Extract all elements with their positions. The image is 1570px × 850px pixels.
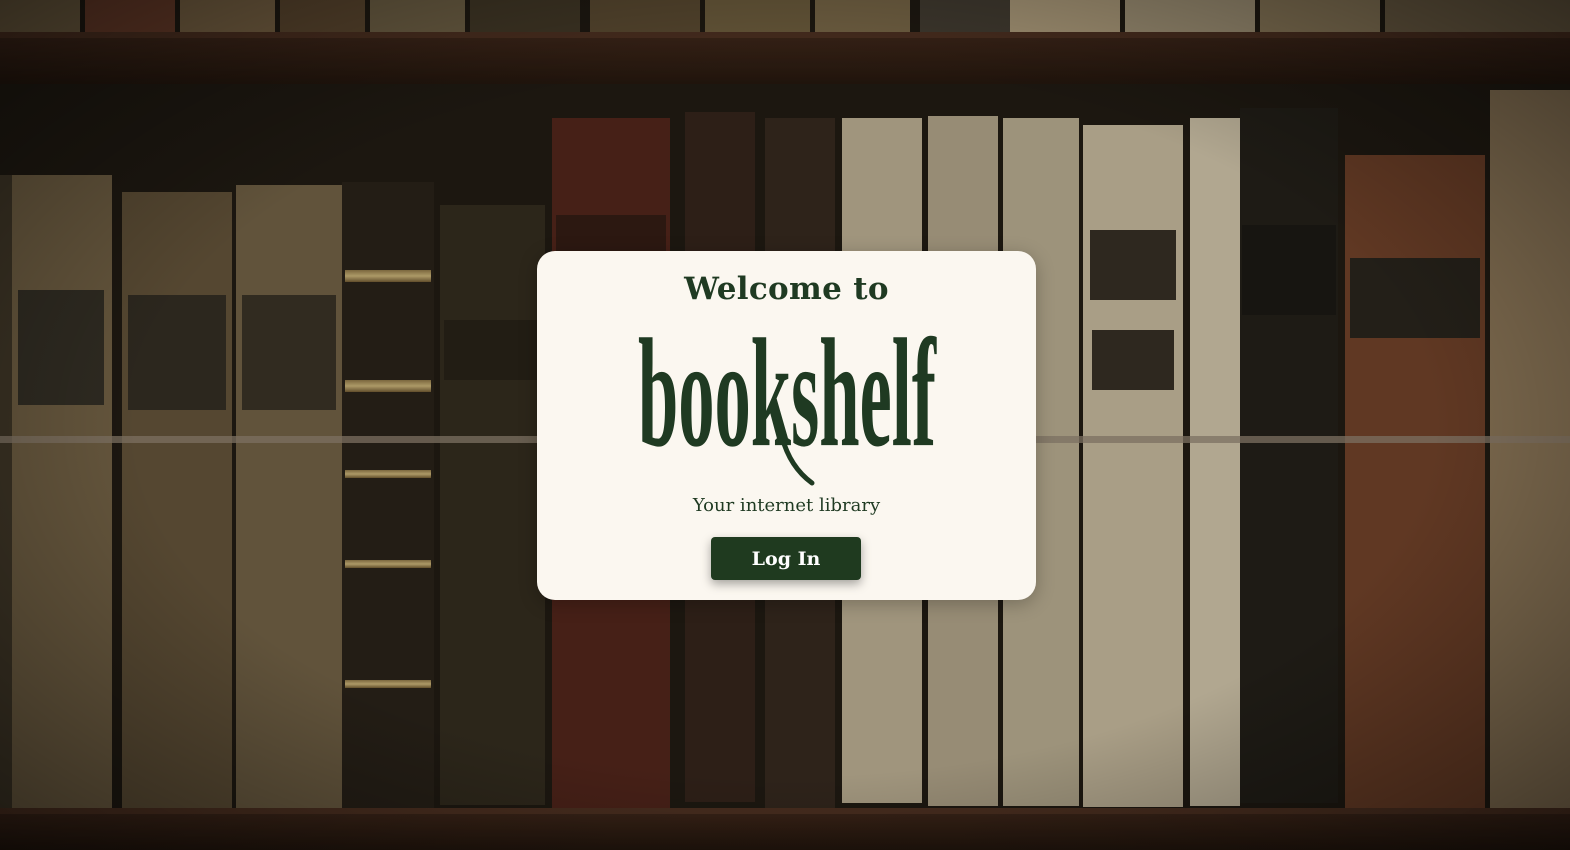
- welcome-card: Welcome to bookshelf Your internet libra…: [537, 251, 1036, 600]
- bookshelf-logo: bookshelf: [638, 317, 937, 486]
- tagline: Your internet library: [692, 495, 881, 516]
- welcome-heading: Welcome to: [684, 271, 889, 307]
- login-button[interactable]: Log In: [711, 537, 861, 580]
- landing-page: Welcome to bookshelf Your internet libra…: [0, 0, 1570, 850]
